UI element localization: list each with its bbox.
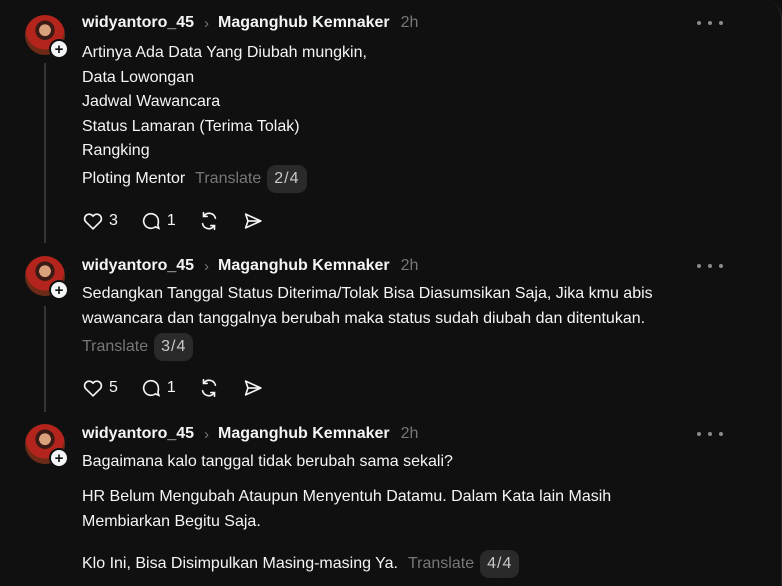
repost-button[interactable] (198, 210, 220, 232)
post-text-last-line: Klo Ini, Bisa Disimpulkan Masing-masing … (82, 555, 398, 572)
thread-pager-badge: 4/4 (480, 550, 520, 578)
follow-plus-icon[interactable]: + (49, 39, 69, 59)
post-text-last-line: Ploting Mentor (82, 170, 186, 187)
like-count: 3 (109, 212, 118, 229)
username[interactable]: widyantoro_45 (82, 257, 194, 275)
thread-pager-badge: 3/4 (154, 333, 194, 361)
reply-button[interactable]: 1 (140, 210, 176, 232)
community-name[interactable]: Maganghub Kemnaker (218, 257, 390, 275)
feed-panel: + widyantoro_45 › Maganghub Kemnaker 2h … (0, 0, 782, 586)
community-name[interactable]: Maganghub Kemnaker (218, 14, 390, 32)
chevron-right-icon: › (204, 425, 210, 443)
avatar[interactable]: + (25, 256, 69, 300)
follow-plus-icon[interactable]: + (49, 280, 69, 300)
repost-button[interactable] (198, 377, 220, 399)
comment-icon (142, 212, 160, 230)
post-actions: 3 1 (82, 209, 286, 233)
more-icon[interactable] (697, 424, 723, 444)
thread-pager-badge: 2/4 (267, 165, 307, 193)
post-text: Artinya Ada Data Yang Diubah mungkin, Da… (82, 44, 367, 160)
chevron-right-icon: › (204, 257, 210, 275)
repost-icon (201, 378, 217, 398)
chevron-right-icon: › (204, 14, 210, 32)
username[interactable]: widyantoro_45 (82, 425, 194, 443)
post-time: 2h (400, 257, 419, 274)
translate-row: Klo Ini, Bisa Disimpulkan Masing-masing … (82, 550, 520, 578)
post-header: widyantoro_45 › Maganghub Kemnaker 2h (82, 13, 418, 33)
translate-row: Ploting Mentor Translate 2/4 (82, 165, 307, 193)
follow-plus-icon[interactable]: + (49, 448, 69, 468)
post-time: 2h (400, 425, 419, 442)
like-button[interactable]: 5 (82, 377, 118, 399)
thread-line (44, 306, 46, 412)
translate-row: Translate 3/4 (82, 333, 194, 361)
post-header: widyantoro_45 › Maganghub Kemnaker 2h (82, 256, 418, 276)
post-actions: 5 1 (82, 376, 286, 400)
share-button[interactable] (242, 377, 264, 399)
avatar[interactable]: + (25, 424, 69, 468)
post-paragraph: HR Belum Mengubah Ataupun Menyentuh Data… (82, 488, 612, 530)
translate-link[interactable]: Translate (82, 338, 148, 356)
thread-line (44, 63, 46, 243)
send-icon (244, 380, 262, 396)
post-time: 2h (400, 14, 419, 31)
post-paragraph: Bagaimana kalo tanggal tidak berubah sam… (82, 453, 453, 470)
like-count: 5 (109, 379, 118, 396)
username[interactable]: widyantoro_45 (82, 14, 194, 32)
heart-icon (83, 380, 103, 397)
post-header: widyantoro_45 › Maganghub Kemnaker 2h (82, 424, 418, 444)
reply-count: 1 (166, 379, 176, 396)
more-icon[interactable] (697, 256, 723, 276)
post-text: Sedangkan Tanggal Status Diterima/Tolak … (82, 285, 653, 327)
avatar[interactable]: + (25, 15, 69, 59)
community-name[interactable]: Maganghub Kemnaker (218, 425, 390, 443)
translate-link[interactable]: Translate (408, 555, 474, 573)
comment-icon (142, 379, 160, 397)
reply-count: 1 (166, 212, 176, 229)
reply-button[interactable]: 1 (140, 377, 176, 399)
heart-icon (83, 213, 103, 230)
translate-link[interactable]: Translate (195, 170, 261, 188)
more-icon[interactable] (697, 13, 723, 33)
send-icon (244, 213, 262, 229)
like-button[interactable]: 3 (82, 210, 118, 232)
share-button[interactable] (242, 210, 264, 232)
repost-icon (201, 211, 217, 231)
